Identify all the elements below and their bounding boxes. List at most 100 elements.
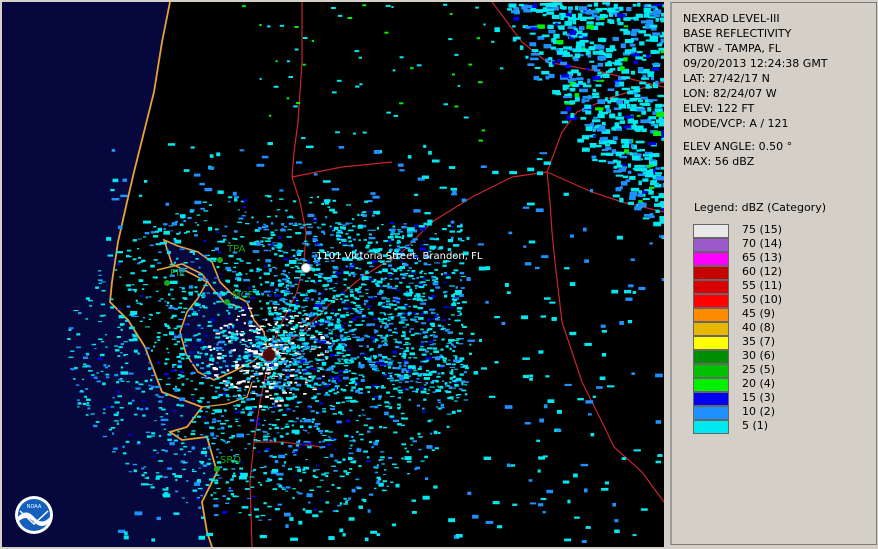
- echo-cell: [264, 361, 268, 363]
- echo-cell: [290, 267, 295, 269]
- echo-cell: [299, 330, 305, 332]
- echo-cell: [409, 352, 416, 356]
- echo-cell: [371, 446, 374, 449]
- echo-cell: [267, 237, 271, 240]
- echo-cell: [638, 200, 643, 203]
- echo-cell: [324, 439, 331, 442]
- echo-cell: [343, 359, 347, 362]
- echo-cell: [226, 441, 231, 443]
- echo-cell: [655, 103, 662, 108]
- radar-site-marker: [262, 348, 276, 362]
- echo-cell: [650, 5, 657, 9]
- echo-cell: [661, 278, 664, 282]
- echo-cell: [166, 487, 169, 490]
- echo-cell: [551, 38, 557, 43]
- echo-cell: [342, 349, 347, 352]
- echo-cell: [277, 340, 283, 343]
- legend-label: 55 (11): [742, 279, 783, 292]
- echo-cell: [288, 311, 292, 314]
- echo-cell: [233, 230, 238, 233]
- echo-cell: [593, 2, 599, 7]
- echo-cell: [245, 223, 250, 225]
- echo-cell: [172, 240, 175, 243]
- echo-cell: [595, 22, 605, 26]
- echo-cell: [422, 373, 427, 376]
- echo-cell: [260, 325, 265, 328]
- echo-cell: [349, 291, 354, 293]
- echo-cell: [383, 240, 388, 242]
- echo-cell: [340, 231, 344, 234]
- echo-cell: [270, 282, 275, 285]
- echo-cell: [271, 345, 276, 347]
- echo-cell: [237, 381, 241, 384]
- echo-cell: [348, 456, 353, 461]
- echo-cell: [246, 377, 251, 380]
- echo-cell: [630, 258, 635, 261]
- echo-cell: [165, 358, 170, 361]
- echo-cell: [259, 276, 262, 279]
- echo-cell: [380, 459, 384, 461]
- echo-cell: [302, 299, 308, 302]
- echo-cell: [148, 368, 151, 371]
- echo-cell: [530, 27, 538, 31]
- echo-cell: [203, 210, 209, 212]
- echo-cell: [421, 295, 426, 298]
- echo-cell: [114, 345, 119, 347]
- echo-cell: [260, 394, 263, 396]
- echo-cell: [210, 432, 215, 437]
- echo-cell: [302, 363, 309, 365]
- echo-cell: [141, 259, 146, 262]
- echo-cell: [261, 409, 266, 411]
- echo-cell: [439, 186, 447, 189]
- echo-cell: [588, 413, 592, 416]
- echo-cell: [358, 465, 362, 468]
- echo-cell: [317, 354, 321, 357]
- echo-cell: [216, 420, 221, 423]
- echo-cell: [283, 258, 289, 261]
- echo-cell: [155, 290, 159, 292]
- echo-cell: [210, 493, 213, 497]
- echo-cell: [119, 276, 122, 278]
- echo-cell: [257, 481, 261, 484]
- address-marker[interactable]: [301, 263, 311, 273]
- echo-cell: [158, 251, 162, 254]
- echo-cell: [315, 281, 319, 283]
- echo-cell: [179, 397, 186, 401]
- echo-cell: [323, 277, 331, 280]
- echo-cell: [194, 388, 198, 391]
- echo-cell: [208, 345, 212, 348]
- echo-cell: [286, 387, 290, 389]
- echo-cell: [321, 301, 325, 304]
- echo-cell: [245, 406, 253, 410]
- echo-cell: [388, 360, 395, 362]
- echo-cell: [128, 255, 132, 258]
- echo-cell: [296, 102, 301, 104]
- echo-cell: [362, 375, 365, 378]
- station-label-srq: SRQ: [220, 455, 241, 466]
- echo-cell: [345, 354, 351, 357]
- echo-cell: [280, 435, 284, 438]
- info-panel: NEXRAD LEVEL-III BASE REFLECTIVITY KTBW …: [670, 2, 877, 545]
- echo-cell: [232, 326, 235, 329]
- echo-cell: [307, 446, 312, 449]
- radar-map[interactable]: TPA PIE MCF SRQ 1101 Victoria Street, Br…: [2, 2, 664, 547]
- echo-cell: [163, 276, 167, 279]
- echo-cell: [397, 229, 401, 231]
- echo-cell: [432, 325, 435, 328]
- echo-cell: [275, 472, 284, 476]
- echo-cell: [145, 296, 149, 299]
- echo-cell: [294, 374, 298, 377]
- echo-cell: [330, 453, 334, 458]
- echo-cell: [289, 322, 293, 325]
- echo-cell: [564, 21, 573, 26]
- echo-cell: [256, 221, 259, 224]
- echo-cell: [295, 270, 300, 273]
- echo-cell: [429, 322, 435, 326]
- legend-row: 60 (12): [693, 265, 863, 280]
- echo-cell: [151, 538, 155, 542]
- radar-map-canvas[interactable]: TPA PIE MCF SRQ 1101 Victoria Street, Br…: [2, 2, 664, 547]
- echo-cell: [363, 239, 367, 241]
- echo-cell: [273, 439, 277, 442]
- echo-cell: [288, 292, 293, 295]
- echo-cell: [447, 239, 454, 243]
